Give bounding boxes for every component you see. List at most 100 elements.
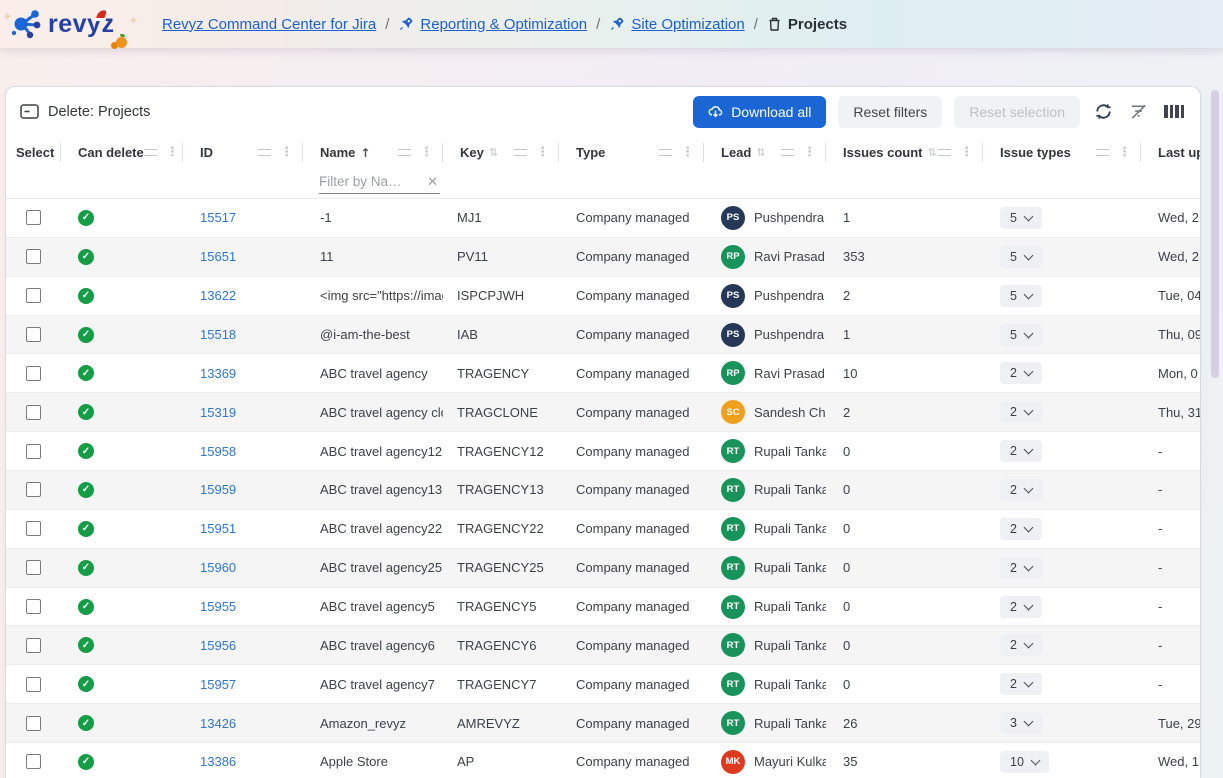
column-drag-handle-icon[interactable] — [398, 149, 411, 156]
row-checkbox[interactable] — [26, 288, 41, 303]
sort-icon[interactable]: ⇅ — [927, 146, 936, 159]
column-menu-icon[interactable]: ⋮ — [280, 145, 293, 160]
project-id-link[interactable]: 13386 — [200, 754, 236, 769]
issue-types-dropdown[interactable]: 2 — [1000, 634, 1042, 656]
issue-types-dropdown[interactable]: 10 — [1000, 751, 1049, 773]
row-checkbox[interactable] — [26, 405, 41, 420]
project-id-link[interactable]: 15518 — [200, 327, 236, 342]
issues-count: 0 — [843, 560, 850, 575]
sort-icon[interactable]: ⇅ — [489, 146, 498, 159]
column-menu-icon[interactable]: ⋮ — [1118, 145, 1131, 160]
row-checkbox[interactable] — [26, 366, 41, 381]
refresh-button[interactable] — [1092, 100, 1115, 123]
reset-selection-button[interactable]: Reset selection — [954, 96, 1080, 128]
issue-types-dropdown[interactable]: 5 — [1000, 324, 1042, 346]
issue-types-dropdown[interactable]: 3 — [1000, 712, 1042, 734]
can-delete-cell — [61, 354, 183, 392]
project-id-link[interactable]: 15960 — [200, 560, 236, 575]
column-drag-handle-icon[interactable] — [1096, 149, 1109, 156]
panel-title: Delete: Projects — [48, 104, 150, 120]
project-id-link[interactable]: 13426 — [200, 716, 236, 731]
name-cell: Apple Store — [303, 743, 443, 778]
issue-types-dropdown[interactable]: 5 — [1000, 207, 1042, 229]
row-checkbox[interactable] — [26, 327, 41, 342]
column-menu-icon[interactable]: ⋮ — [803, 145, 816, 160]
column-menu-icon[interactable]: ⋮ — [681, 145, 694, 160]
sort-ascending-icon[interactable]: ↑ — [360, 146, 370, 160]
project-id-link[interactable]: 13369 — [200, 366, 236, 381]
project-id-link[interactable]: 15957 — [200, 677, 236, 692]
column-drag-handle-icon[interactable] — [781, 149, 794, 156]
project-id-link[interactable]: 15517 — [200, 210, 236, 225]
issue-types-dropdown[interactable]: 5 — [1000, 285, 1042, 307]
breadcrumb-link-command-center[interactable]: Revyz Command Center for Jira — [162, 16, 376, 33]
row-checkbox[interactable] — [26, 716, 41, 731]
issue-types-dropdown[interactable]: 2 — [1000, 479, 1042, 501]
row-checkbox[interactable] — [26, 638, 41, 653]
rocket-icon — [398, 16, 414, 32]
column-header-id[interactable]: ID ⋮ — [183, 136, 303, 169]
lead-name: Ravi Prasad — [754, 366, 825, 381]
issues-count: 0 — [843, 521, 850, 536]
row-checkbox[interactable] — [26, 482, 41, 497]
column-header-last-updated[interactable]: Last updated — [1141, 136, 1200, 169]
project-id-link[interactable]: 15959 — [200, 482, 236, 497]
column-drag-handle-icon[interactable] — [514, 149, 527, 156]
issue-types-dropdown[interactable]: 2 — [1000, 518, 1042, 540]
column-header-can-delete[interactable]: Can delete ⋮ — [61, 136, 183, 169]
column-menu-icon[interactable]: ⋮ — [166, 145, 179, 160]
name-filter-input[interactable] — [319, 174, 425, 189]
clear-filter-icon[interactable]: ✕ — [425, 174, 440, 190]
project-id-link[interactable]: 15958 — [200, 444, 236, 459]
lead-avatar: RT — [721, 478, 745, 502]
column-menu-icon[interactable]: ⋮ — [420, 145, 433, 160]
row-checkbox[interactable] — [26, 444, 41, 459]
row-checkbox[interactable] — [26, 560, 41, 575]
breadcrumb-link-reporting[interactable]: Reporting & Optimization — [420, 16, 587, 33]
select-cell — [6, 549, 61, 587]
row-checkbox[interactable] — [26, 677, 41, 692]
issue-types-dropdown[interactable]: 2 — [1000, 440, 1042, 462]
issues-count: 2 — [843, 288, 850, 303]
column-header-key[interactable]: Key ⇅ ⋮ — [443, 136, 559, 169]
row-checkbox[interactable] — [26, 210, 41, 225]
column-header-issue-types[interactable]: Issue types ⋮ — [983, 136, 1141, 169]
issue-types-dropdown[interactable]: 2 — [1000, 673, 1042, 695]
column-header-issues-count[interactable]: Issues count ⇅ ⋮ — [826, 136, 983, 169]
column-menu-icon[interactable]: ⋮ — [536, 145, 549, 160]
breadcrumb-link-site-optimization[interactable]: Site Optimization — [631, 16, 744, 33]
project-id-link[interactable]: 13622 — [200, 288, 236, 303]
can-delete-cell — [61, 588, 183, 626]
columns-settings-button[interactable] — [1162, 103, 1186, 120]
column-header-lead[interactable]: Lead ⇅ ⋮ — [704, 136, 826, 169]
page-scrollbar[interactable] — [1211, 90, 1219, 378]
download-all-button[interactable]: Download all — [693, 96, 826, 128]
column-drag-handle-icon[interactable] — [938, 149, 951, 156]
app-logo[interactable]: ✦ revyz ✦ — [0, 7, 150, 41]
row-checkbox[interactable] — [26, 599, 41, 614]
issue-types-dropdown[interactable]: 2 — [1000, 362, 1042, 384]
row-checkbox[interactable] — [26, 754, 41, 769]
clear-filters-button[interactable] — [1127, 100, 1150, 123]
column-header-type[interactable]: Type ⋮ — [559, 136, 704, 169]
column-drag-handle-icon[interactable] — [144, 149, 157, 156]
column-menu-icon[interactable]: ⋮ — [960, 145, 973, 160]
row-checkbox[interactable] — [26, 249, 41, 264]
key-cell: TRAGENCY12 — [443, 432, 559, 470]
reset-filters-button[interactable]: Reset filters — [838, 96, 942, 128]
issue-types-dropdown[interactable]: 2 — [1000, 596, 1042, 618]
column-drag-handle-icon[interactable] — [258, 149, 271, 156]
column-header-name[interactable]: Name ↑ ⋮ — [303, 136, 443, 169]
project-id-link[interactable]: 15319 — [200, 405, 236, 420]
project-id-link[interactable]: 15951 — [200, 521, 236, 536]
trash-icon — [767, 16, 782, 32]
sort-icon[interactable]: ⇅ — [756, 146, 765, 159]
issue-types-dropdown[interactable]: 5 — [1000, 246, 1042, 268]
column-drag-handle-icon[interactable] — [659, 149, 672, 156]
row-checkbox[interactable] — [26, 521, 41, 536]
issue-types-dropdown[interactable]: 2 — [1000, 401, 1042, 423]
issue-types-dropdown[interactable]: 2 — [1000, 557, 1042, 579]
project-id-link[interactable]: 15956 — [200, 638, 236, 653]
project-id-link[interactable]: 15955 — [200, 599, 236, 614]
project-id-link[interactable]: 15651 — [200, 249, 236, 264]
